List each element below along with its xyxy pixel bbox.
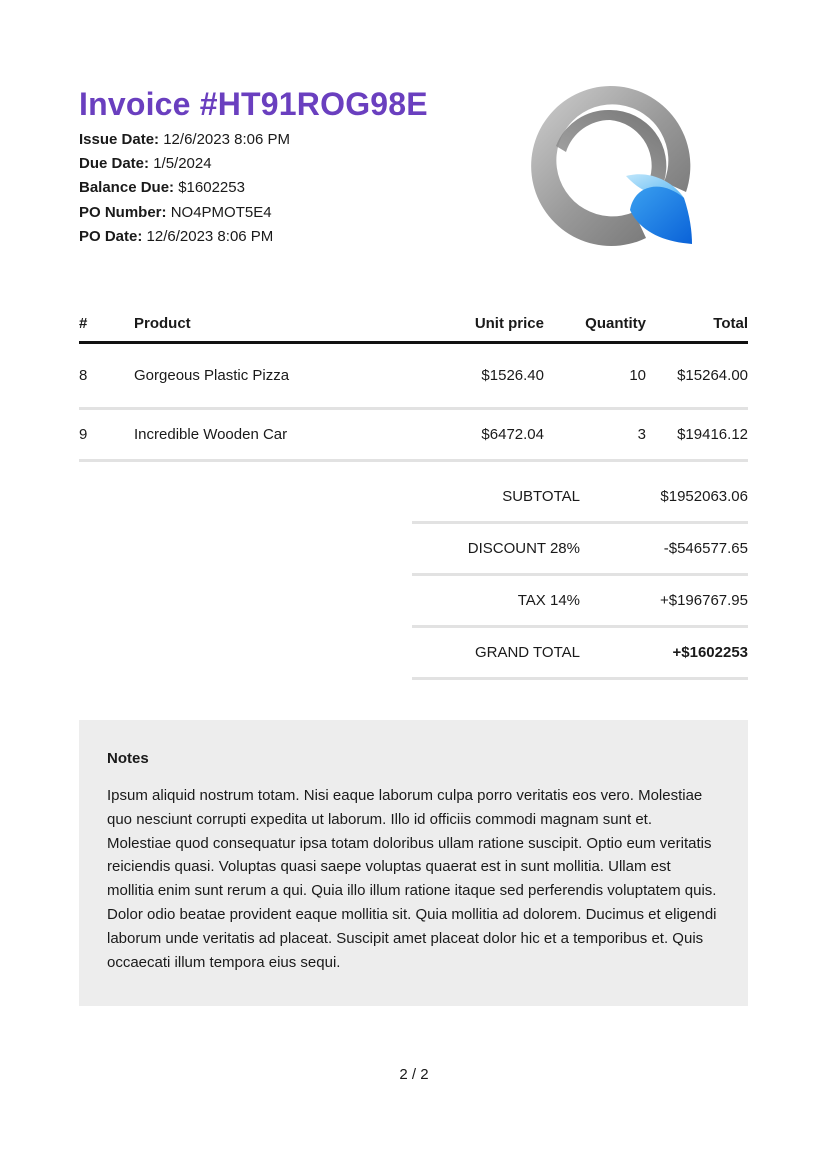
header-total: Total xyxy=(646,315,748,344)
header-product: Product xyxy=(134,315,444,344)
meta-label: Due Date: xyxy=(79,155,150,173)
page-number: 2 / 2 xyxy=(399,1066,429,1083)
row-number: 8 xyxy=(79,342,134,410)
notes-section: Notes Ipsum aliquid nostrum totam. Nisi … xyxy=(79,720,748,1006)
discount-row: DISCOUNT 28% -$546577.65 xyxy=(412,522,748,576)
row-product: Incredible Wooden Car xyxy=(134,408,444,462)
row-number: 9 xyxy=(79,408,134,462)
totals-label: TAX 14% xyxy=(412,574,580,628)
totals-label: GRAND TOTAL xyxy=(412,626,580,680)
header-quantity: Quantity xyxy=(544,315,646,344)
notes-title: Notes xyxy=(107,750,149,767)
meta-label: PO Number: xyxy=(79,203,167,221)
totals-label: DISCOUNT 28% xyxy=(412,522,580,576)
totals-value: $1952063.06 xyxy=(580,472,748,524)
tax-row: TAX 14% +$196767.95 xyxy=(412,574,748,628)
company-logo-icon xyxy=(531,85,692,246)
row-unit-price: $1526.40 xyxy=(444,342,544,410)
row-quantity: 10 xyxy=(544,342,646,410)
grand-total-value: +$1602253 xyxy=(580,626,748,680)
table-header-row: # Product Unit price Quantity Total xyxy=(79,315,748,344)
row-total: $15264.00 xyxy=(646,342,748,410)
totals-table: SUBTOTAL $1952063.06 DISCOUNT 28% -$5465… xyxy=(412,472,748,680)
row-unit-price: $6472.04 xyxy=(444,408,544,462)
meta-value: 12/6/2023 8:06 PM xyxy=(146,227,274,245)
table-row: 8 Gorgeous Plastic Pizza $1526.40 10 $15… xyxy=(79,342,748,410)
grand-total-row: GRAND TOTAL +$1602253 xyxy=(412,626,748,680)
row-total: $19416.12 xyxy=(646,408,748,462)
row-quantity: 3 xyxy=(544,408,646,462)
totals-value: +$196767.95 xyxy=(580,574,748,628)
meta-value: NO4PMOT5E4 xyxy=(170,203,272,221)
header-number: # xyxy=(79,315,134,344)
line-items-table: # Product Unit price Quantity Total 8 Go… xyxy=(79,315,748,462)
table-row: 9 Incredible Wooden Car $6472.04 3 $1941… xyxy=(79,408,748,462)
meta-value: $1602253 xyxy=(178,179,245,197)
meta-value: 12/6/2023 8:06 PM xyxy=(163,131,290,148)
meta-label: Balance Due: xyxy=(79,179,175,197)
totals-label: SUBTOTAL xyxy=(412,472,580,524)
notes-body: Ipsum aliquid nostrum totam. Nisi eaque … xyxy=(107,787,717,971)
meta-value: 1/5/2024 xyxy=(153,155,212,173)
meta-label: Issue Date: xyxy=(79,131,160,148)
header-unit-price: Unit price xyxy=(444,315,544,344)
row-product: Gorgeous Plastic Pizza xyxy=(134,342,444,410)
meta-label: PO Date: xyxy=(79,227,143,245)
totals-value: -$546577.65 xyxy=(580,522,748,576)
subtotal-row: SUBTOTAL $1952063.06 xyxy=(412,472,748,524)
